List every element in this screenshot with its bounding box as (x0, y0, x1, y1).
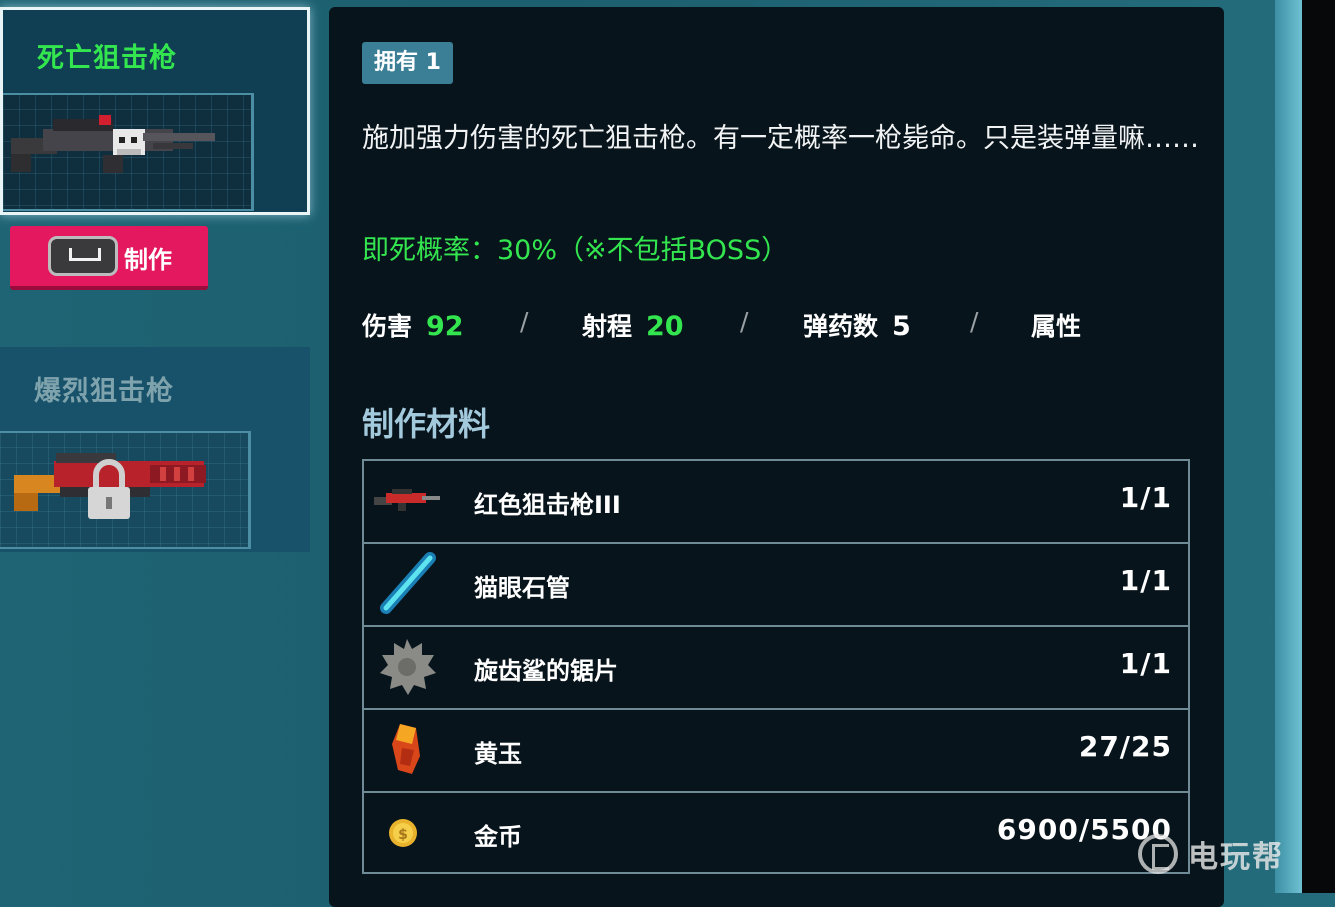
stat-label: 弹药数 (803, 312, 879, 341)
materials-table: 红色狙击枪III 1/1 猫眼石管 1/1 旋齿鲨的锯片 1/1 黄玉 27/2… (362, 459, 1190, 874)
material-count: 1/1 (1119, 647, 1172, 680)
material-row: 猫眼石管 1/1 (362, 542, 1190, 625)
spacebar-key-icon (48, 236, 118, 276)
stat-label: 射程 (582, 312, 633, 341)
craft-button-label: 制作 (124, 246, 172, 274)
stat-value: 92 (426, 311, 464, 342)
padlock-icon (88, 459, 130, 519)
watermark-text: 电玩帮 (1188, 840, 1284, 875)
material-row: 红色狙击枪III 1/1 (362, 459, 1190, 542)
death-sniper-rifle-icon (3, 93, 254, 211)
materials-title: 制作材料 (362, 405, 491, 443)
material-name: 金币 (474, 823, 522, 851)
material-name: 旋齿鲨的锯片 (474, 657, 618, 685)
weapon-name: 死亡狙击枪 (37, 43, 177, 74)
material-name: 红色狙击枪III (474, 491, 621, 519)
stat-separator: / (520, 307, 529, 336)
weapon-card-burst-sniper[interactable]: 爆烈狙击枪 (0, 347, 310, 552)
stat-damage: 伤害 92 (362, 307, 464, 343)
weapon-detail-panel: 拥有 1 施加强力伤害的死亡狙击枪。有一定概率一枪毙命。只是装弹量嘛…… 即死概… (329, 7, 1224, 907)
material-count: 1/1 (1119, 564, 1172, 597)
weapon-card-death-sniper[interactable]: 死亡狙击枪 (0, 7, 310, 215)
topaz-gem-icon (392, 724, 420, 774)
material-name: 黄玉 (474, 740, 522, 768)
red-sniper-rifle-icon (374, 489, 440, 511)
stat-value: 20 (646, 311, 684, 342)
svg-text:$: $ (398, 827, 408, 843)
owned-count-badge: 拥有 1 (362, 42, 453, 84)
material-row: 黄玉 27/25 (362, 708, 1190, 791)
weapon-stats: 伤害 92 / 射程 20 / 弹药数 5 / 属性 (362, 307, 1162, 347)
stat-label: 属性 (1031, 312, 1082, 341)
gold-coin-icon: $ (389, 819, 417, 847)
material-count: 1/1 (1119, 481, 1172, 514)
material-row: $ 金币 6900/5500 (362, 791, 1190, 874)
stat-separator: / (740, 307, 749, 336)
instant-kill-chance: 即死概率：30%（※不包括BOSS） (362, 235, 789, 266)
stat-range: 射程 20 (582, 307, 684, 343)
stat-ammo: 弹药数 5 (803, 307, 911, 343)
watermark-logo-icon (1138, 834, 1178, 874)
stat-value: 5 (892, 311, 911, 342)
background-glow (1275, 0, 1305, 893)
stat-separator: / (970, 307, 979, 336)
saw-blade-icon (380, 639, 436, 695)
watermark: 电玩帮 (1138, 834, 1284, 875)
stat-label: 伤害 (362, 312, 413, 341)
cat-eye-tube-icon (380, 552, 436, 614)
burst-sniper-rifle-icon (0, 431, 251, 549)
weapon-name: 爆烈狙击枪 (34, 376, 174, 407)
material-row: 旋齿鲨的锯片 1/1 (362, 625, 1190, 708)
stat-attribute: 属性 (1031, 307, 1081, 343)
craft-button[interactable]: 制作 (10, 226, 208, 290)
material-count: 27/25 (1078, 730, 1172, 763)
screen-edge (1302, 0, 1335, 893)
weapon-description: 施加强力伤害的死亡狙击枪。有一定概率一枪毙命。只是装弹量嘛…… (362, 123, 1199, 154)
material-name: 猫眼石管 (474, 574, 570, 602)
